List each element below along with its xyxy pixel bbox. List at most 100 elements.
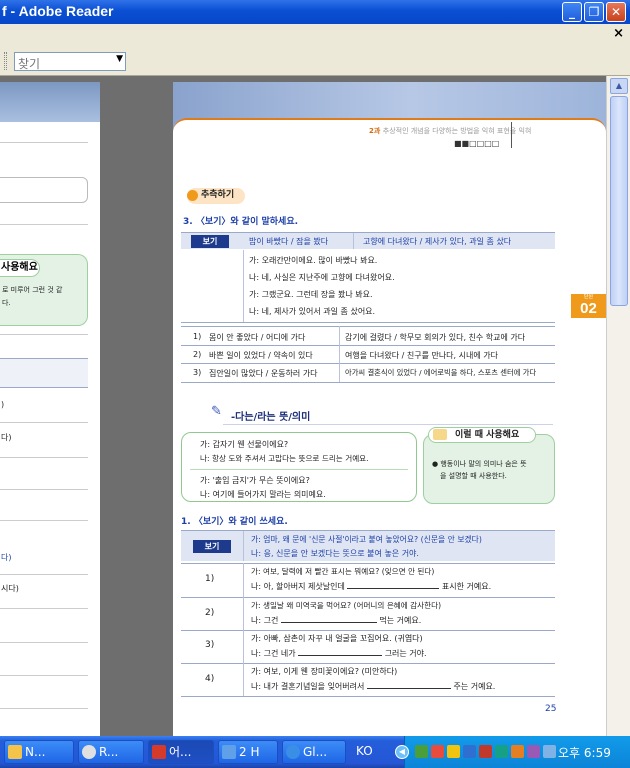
left-table-header <box>0 358 88 388</box>
dialog-box: 가: 갑자기 웬 선물이에요? 나: 항상 도와 주셔서 고맙다는 뜻으로 드리… <box>181 432 417 502</box>
row-rule <box>181 696 555 697</box>
left-page-banner <box>0 82 100 122</box>
divider <box>0 675 88 676</box>
toolbar-grip[interactable] <box>4 52 7 70</box>
column-separator <box>353 233 354 249</box>
progress-dots: ■■□□□□ <box>454 139 500 148</box>
example-header-b: 고향에 다녀왔다 / 제사가 있다, 과일 좀 샀다 <box>363 237 512 246</box>
tray-app-icon[interactable] <box>543 745 556 758</box>
column-separator <box>243 531 244 561</box>
pencil-icon: ✎ <box>211 404 222 419</box>
row-rule <box>181 322 555 323</box>
tray-app-icon[interactable] <box>463 745 476 758</box>
taskbar-button[interactable]: N... <box>4 740 74 764</box>
chevron-down-icon[interactable]: ▼ <box>116 54 123 64</box>
note-icon <box>433 429 447 440</box>
grammar-title: -다는/라는 뜻/의미 <box>231 412 311 423</box>
q1-example-line: 나: 응, 신문을 안 보겠다는 뜻으로 붙여 놓은 거야. <box>251 549 419 558</box>
dialog-line: 나: 여기에 들어가지 말라는 의미예요. <box>200 490 326 499</box>
document-viewport[interactable]: 사용해요 로 미루어 그런 것 같 다. ) 다) 다) 시다) 2과 추상적인… <box>0 76 606 736</box>
row-number: 2) <box>205 608 215 618</box>
row-number: 4) <box>205 674 215 684</box>
divider <box>0 642 88 643</box>
row-cue-b: 감기에 걸렸다 / 학무모 회의가 있다, 친수 학교에 가다 <box>345 333 526 342</box>
row-number: 3) <box>193 368 202 377</box>
example-line: 나: 네, 사실은 지난주에 고향에 다녀왔어요. <box>249 273 395 282</box>
tray-expand-icon[interactable]: ◀ <box>395 745 409 759</box>
usage-text: 다. <box>2 299 11 307</box>
chapter-heading: 2과 추상적인 개념을 다양하는 방법을 익혀 표현을 익혀 <box>369 126 531 136</box>
taskbar-button-label: 어... <box>169 745 192 759</box>
usage-box-left: 사용해요 로 미루어 그런 것 같 다. <box>0 254 88 326</box>
row-rule <box>181 663 555 664</box>
find-input[interactable] <box>15 55 111 73</box>
taskbar: N... R... 어... 2 H Gl... KO ◀ 오후 6:59 <box>0 736 630 768</box>
restore-button[interactable]: ❐ <box>584 2 604 22</box>
usage-line: ● 행동이나 말의 의미나 숨은 뜻 <box>432 460 527 468</box>
tray-app-icon[interactable] <box>511 745 524 758</box>
taskbar-button-label: R... <box>99 745 119 759</box>
row-cue-a: 바쁜 일이 있었다 / 약속이 있다 <box>209 351 313 360</box>
taskbar-button[interactable]: Gl... <box>282 740 346 764</box>
column-separator <box>339 326 340 382</box>
taskbar-button-label: Gl... <box>303 745 328 759</box>
row-cue-a: 몸이 안 좋았다 / 어디에 가다 <box>209 333 306 342</box>
row-line: 나: 내가 결혼기념일을 잊어버려서 주는 거예요. <box>251 682 496 691</box>
hand-icon <box>187 190 198 201</box>
tray-app-icon[interactable] <box>431 745 444 758</box>
exercise-3-title: 3. 〈보기〉와 같이 말하세요. <box>183 217 299 227</box>
row-cue-a: 집안일이 많았다 / 운동하러 가다 <box>209 369 318 378</box>
divider <box>0 457 88 458</box>
left-page: 사용해요 로 미루어 그런 것 같 다. ) 다) 다) 시다) <box>0 82 100 736</box>
row-rule <box>181 563 555 564</box>
clock[interactable]: 오후 6:59 <box>558 744 611 761</box>
scroll-thumb[interactable] <box>610 96 628 306</box>
taskbar-button[interactable]: 2 H <box>218 740 278 764</box>
dialog-line: 가: '출입 금지'가 무슨 뜻이에요? <box>200 476 310 485</box>
tray-app-icon[interactable] <box>415 745 428 758</box>
divider <box>0 489 88 490</box>
row-rule <box>181 363 555 364</box>
header-divider <box>511 122 512 148</box>
divider <box>0 422 88 423</box>
tray-app-icon[interactable] <box>527 745 540 758</box>
language-indicator[interactable]: KO <box>356 744 373 758</box>
tray-app-icon[interactable] <box>495 745 508 758</box>
row-line: 가: 아빠, 삼촌이 자꾸 내 얼굴을 꼬집어요. (귀엽다) <box>251 634 423 643</box>
window-title-bar[interactable]: f - Adobe Reader _ ❐ ✕ <box>0 0 630 24</box>
minimize-button[interactable]: _ <box>562 2 582 22</box>
tray-app-icon[interactable] <box>479 745 492 758</box>
divider <box>0 334 88 335</box>
chapter-tab-number: 02 <box>580 300 597 317</box>
divider <box>0 520 88 521</box>
usage-text: 로 미루어 그런 것 같 <box>2 286 63 294</box>
row-rule <box>181 382 555 383</box>
example-line: 나: 네, 제사가 있어서 과일 좀 샀어요. <box>249 307 376 316</box>
row-line: 나: 그건 먹는 거예요. <box>251 616 422 625</box>
close-button[interactable]: ✕ <box>606 2 626 22</box>
menu-bar: × <box>0 24 630 46</box>
section-pill-label: 추측하기 <box>201 190 235 200</box>
find-box[interactable]: ▼ <box>14 52 126 73</box>
scroll-up-icon[interactable]: ▲ <box>610 78 628 94</box>
row-cue-b: 여행을 다녀왔다 / 친구를 만나다, 시내에 가다 <box>345 351 498 360</box>
document-close-button[interactable]: × <box>613 26 624 41</box>
media-player-icon <box>82 745 96 759</box>
explorer-icon <box>8 745 22 759</box>
left-row-text: 다) <box>1 433 12 442</box>
usage-line: 을 설명할 때 사용한다. <box>440 472 507 480</box>
taskbar-button-active[interactable]: 어... <box>148 740 214 764</box>
tray-app-icon[interactable] <box>447 745 460 758</box>
dialog-line: 나: 항상 도와 주셔서 고맙다는 뜻으로 드리는 거예요. <box>200 454 369 463</box>
vertical-scrollbar[interactable]: ▲ <box>606 76 630 736</box>
example-badge: 보기 <box>193 540 231 553</box>
taskbar-button[interactable]: R... <box>78 740 144 764</box>
chapter-tab[interactable]: 단원 02 <box>571 294 606 318</box>
q1-example-line: 가: 엄마, 왜 문에 '신문 사절'이라고 붙여 놓았어요? (신문을 안 보… <box>251 535 482 544</box>
divider <box>0 608 88 609</box>
example-line: 가: 오래간만이에요. 많이 바빴나 봐요. <box>249 256 378 265</box>
row-number: 3) <box>205 640 215 650</box>
usage-box: 이럴 때 사용해요 ● 행동이나 말의 의미나 숨은 뜻 을 설명할 때 사용한… <box>423 427 555 504</box>
exercise-1-title: 1. 〈보기〉와 같이 쓰세요. <box>181 517 288 527</box>
usage-title-text: 이럴 때 사용해요 <box>455 430 520 440</box>
